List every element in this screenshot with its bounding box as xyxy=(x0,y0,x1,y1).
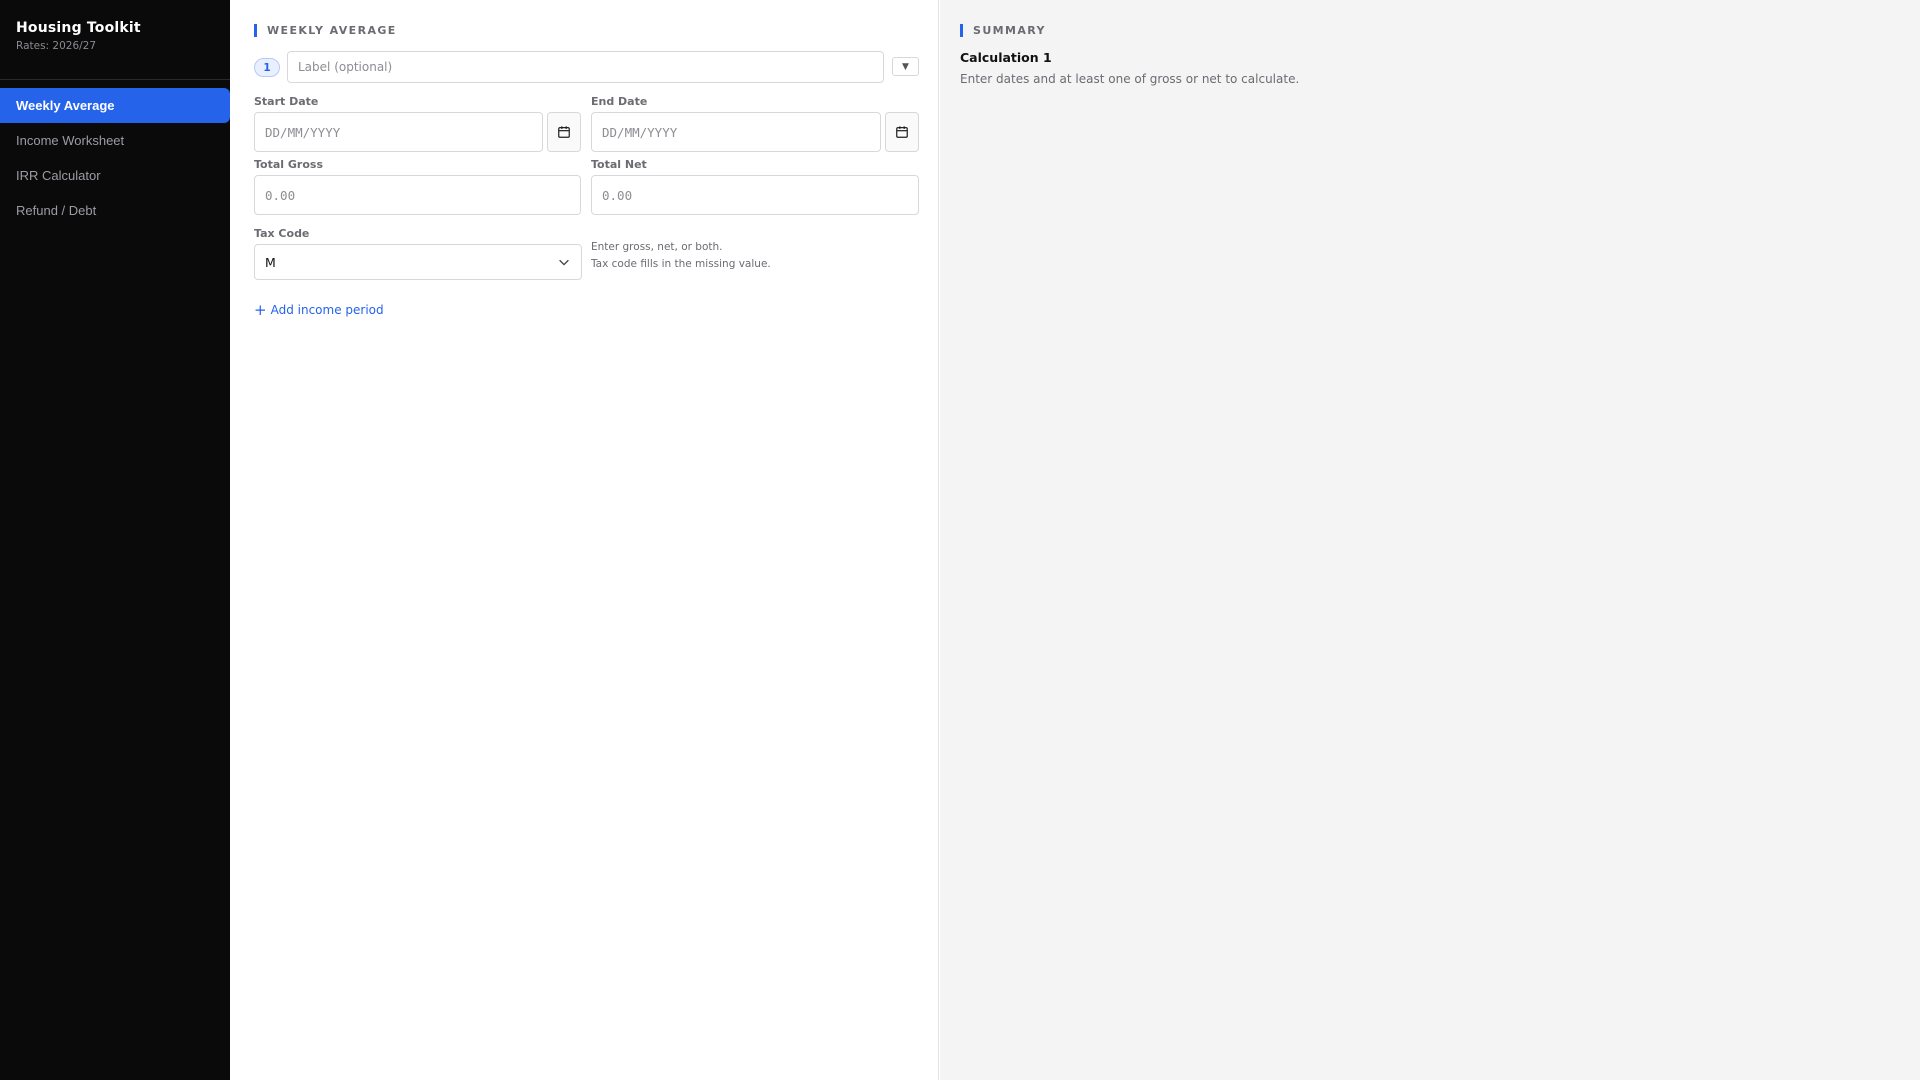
start-date-calendar-button[interactable] xyxy=(547,112,581,152)
add-income-period-label: Add income period xyxy=(270,303,384,317)
total-gross-input[interactable] xyxy=(254,175,581,215)
start-date-label: Start Date xyxy=(254,95,319,108)
app-title: Housing Toolkit xyxy=(16,20,141,36)
calendar-icon xyxy=(896,126,908,138)
rates-label: Rates: 2026/27 xyxy=(16,40,97,52)
tax-code-label: Tax Code xyxy=(254,227,310,240)
hint-line-2: Tax code fills in the missing value. xyxy=(591,258,771,270)
sidebar-item-irr-calculator[interactable]: IRR Calculator xyxy=(0,158,230,193)
total-gross-label: Total Gross xyxy=(254,158,323,171)
tax-code-hint: Enter gross, net, or both. Tax code fill… xyxy=(591,239,771,273)
end-date-label: End Date xyxy=(591,95,648,108)
end-date-input[interactable] xyxy=(591,112,881,152)
sidebar-item-weekly-average[interactable]: Weekly Average xyxy=(0,88,230,123)
sidebar-item-refund-debt[interactable]: Refund / Debt xyxy=(0,193,230,228)
summary-panel: SUMMARY Calculation 1 Enter dates and at… xyxy=(940,0,1920,1080)
summary-title: SUMMARY xyxy=(960,24,1046,37)
period-number-badge: 1 xyxy=(254,58,280,77)
tax-code-select[interactable]: M xyxy=(254,244,582,280)
total-net-input[interactable] xyxy=(591,175,919,215)
start-date-input[interactable] xyxy=(254,112,543,152)
brand: Housing Toolkit Rates: 2026/27 xyxy=(0,0,230,80)
calculation-name: Calculation 1 xyxy=(960,50,1052,65)
sidebar: Housing Toolkit Rates: 2026/27 Weekly Av… xyxy=(0,0,230,1080)
collapse-toggle-button[interactable]: ▼ xyxy=(892,57,919,76)
plus-icon: + xyxy=(254,301,267,319)
section-title: WEEKLY AVERAGE xyxy=(254,24,397,37)
total-net-label: Total Net xyxy=(591,158,647,171)
chevron-down-icon xyxy=(559,259,569,266)
weekly-average-panel: WEEKLY AVERAGE 1 ▼ Start Date End Date T… xyxy=(230,0,939,1080)
sidebar-item-income-worksheet[interactable]: Income Worksheet xyxy=(0,123,230,158)
end-date-calendar-button[interactable] xyxy=(885,112,919,152)
add-income-period-link[interactable]: + Add income period xyxy=(254,301,384,319)
period-label-input[interactable] xyxy=(287,51,884,83)
calculation-message: Enter dates and at least one of gross or… xyxy=(960,72,1300,86)
period-header: 1 ▼ xyxy=(254,51,919,83)
tax-code-value: M xyxy=(265,254,276,270)
sidebar-nav: Weekly Average Income Worksheet IRR Calc… xyxy=(0,88,230,228)
calendar-icon xyxy=(558,126,570,138)
hint-line-1: Enter gross, net, or both. xyxy=(591,241,723,253)
